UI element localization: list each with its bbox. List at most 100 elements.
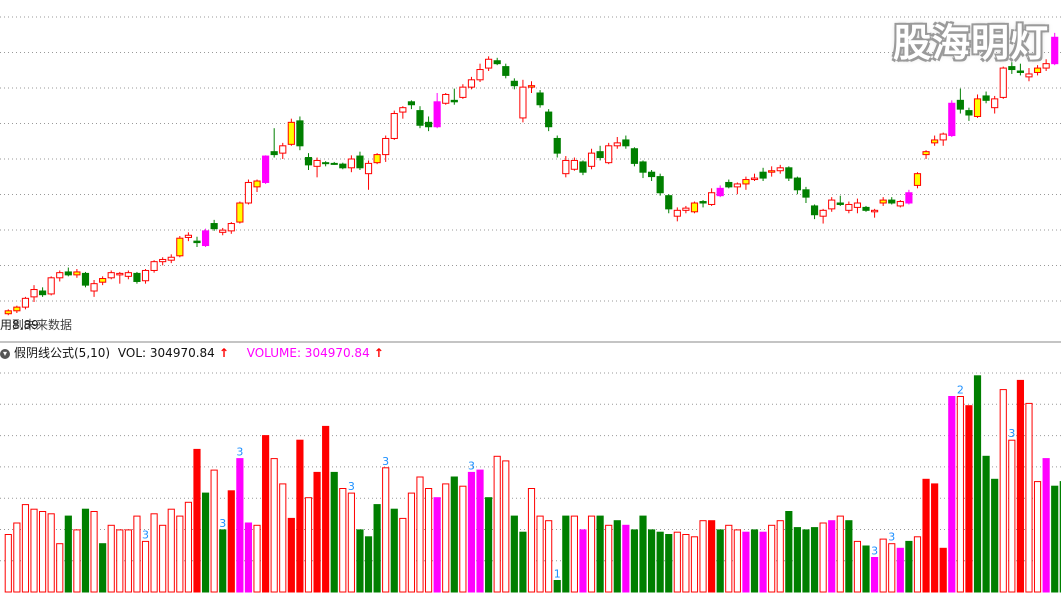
candle-body: [913, 173, 922, 186]
candle-body: [236, 202, 244, 223]
count-mark-label: 3: [348, 480, 355, 493]
volume-bar: [64, 515, 72, 593]
count-mark-label: 3: [382, 455, 389, 468]
volume-bar: [184, 501, 192, 593]
volume-bar: [785, 511, 793, 593]
candle-body: [210, 223, 218, 230]
volume-bar: [39, 511, 47, 593]
volume-bar: [622, 524, 630, 593]
candle-body: [956, 99, 964, 110]
candle-body: [399, 107, 407, 113]
count-mark-label: 3: [142, 528, 149, 541]
lowest-price-label: 用8.89 到未来数据: [0, 316, 72, 333]
candle-body: [390, 113, 398, 139]
volume-bar: [896, 547, 904, 593]
volume-bar: [253, 524, 261, 593]
volume-bar: [347, 492, 355, 593]
candle-body: [64, 271, 72, 276]
collapse-icon[interactable]: ▾: [0, 348, 10, 359]
price-candles: [4, 32, 1059, 316]
candle-body: [708, 192, 716, 205]
candle-body: [647, 171, 656, 178]
volume-bar: [236, 458, 244, 593]
candle-body: [4, 310, 12, 315]
volume-bar: [167, 508, 175, 593]
volume-bar: [90, 511, 98, 593]
candle-body: [605, 145, 613, 164]
candle-body: [356, 155, 364, 169]
volume-bar: [4, 534, 12, 593]
candle-body: [922, 151, 930, 156]
volume-bar: [322, 425, 330, 593]
volume-bar: [99, 543, 107, 593]
candle-body: [1008, 66, 1016, 71]
volume-bar: [682, 534, 690, 593]
candle-body: [485, 58, 493, 69]
volume-bar: [279, 483, 287, 593]
candle-body: [682, 207, 690, 211]
volume-bar: [545, 520, 553, 593]
volume-bar: [853, 540, 862, 593]
candle-body: [450, 99, 458, 103]
candle-body: [733, 183, 741, 188]
candle-body: [150, 261, 158, 271]
volume-bar: [424, 488, 433, 593]
volume-bar: [613, 520, 621, 593]
candle-body: [750, 177, 759, 181]
candle-body: [39, 290, 47, 296]
candle-body: [47, 277, 55, 295]
volume-bar: [399, 517, 407, 593]
candle-body: [545, 111, 553, 128]
candle-body: [90, 283, 98, 292]
future-data-overlay: 到未来数据: [12, 318, 73, 332]
candle-body: [279, 145, 287, 154]
candle-body: [270, 151, 278, 156]
candle-body: [1025, 73, 1033, 78]
candle-body: [201, 230, 210, 247]
candle-body: [1033, 67, 1042, 73]
volume-bar: [270, 458, 278, 593]
candle-body: [21, 297, 30, 308]
volume-bar: [1008, 439, 1016, 593]
volume-bar: [416, 476, 424, 593]
volume-bar: [793, 527, 801, 593]
candle-body: [176, 237, 184, 257]
lowest-prefix: 用: [0, 318, 13, 332]
volume-bar: [553, 580, 561, 593]
candle-body: [304, 157, 313, 166]
candle-body: [56, 272, 64, 279]
volume-bar: [1016, 379, 1024, 593]
volume-bar: [124, 529, 132, 593]
volume-bar: [939, 547, 947, 593]
candle-body: [862, 206, 870, 211]
volume-bar: [871, 557, 879, 593]
volume-bar: [304, 497, 313, 593]
candle-body: [296, 120, 304, 147]
candle-body: [227, 223, 235, 232]
candle-body: [742, 179, 750, 185]
volume-bar: [519, 531, 527, 593]
candle-body: [793, 177, 801, 191]
volume-bar: [776, 520, 784, 593]
volume-bar: [587, 515, 596, 593]
volume-value: VOLUME: 304970.84: [246, 346, 370, 360]
volume-bar: [116, 529, 124, 593]
volume-bar: [296, 439, 304, 593]
candle-body: [579, 161, 587, 173]
volume-bar: [493, 455, 501, 593]
indicator-name[interactable]: 假阴线公式(5,10): [14, 346, 110, 360]
candle-body: [30, 289, 38, 298]
indicator-header: ▾ 假阴线公式(5,10) VOL: 304970.84 ↑ VOLUME: 304…: [0, 344, 388, 361]
volume-bar: [56, 543, 64, 593]
candle-body: [433, 101, 441, 128]
candle-body: [768, 170, 776, 173]
candle-body: [1016, 70, 1024, 73]
volume-bar: [330, 471, 338, 593]
candle-body: [630, 148, 639, 164]
candle-body: [587, 152, 596, 167]
candle-body: [973, 98, 982, 117]
candle-body: [570, 159, 578, 170]
volume-bar: [973, 375, 982, 593]
volume-bar: [339, 488, 347, 593]
volume-bar: [699, 520, 707, 593]
